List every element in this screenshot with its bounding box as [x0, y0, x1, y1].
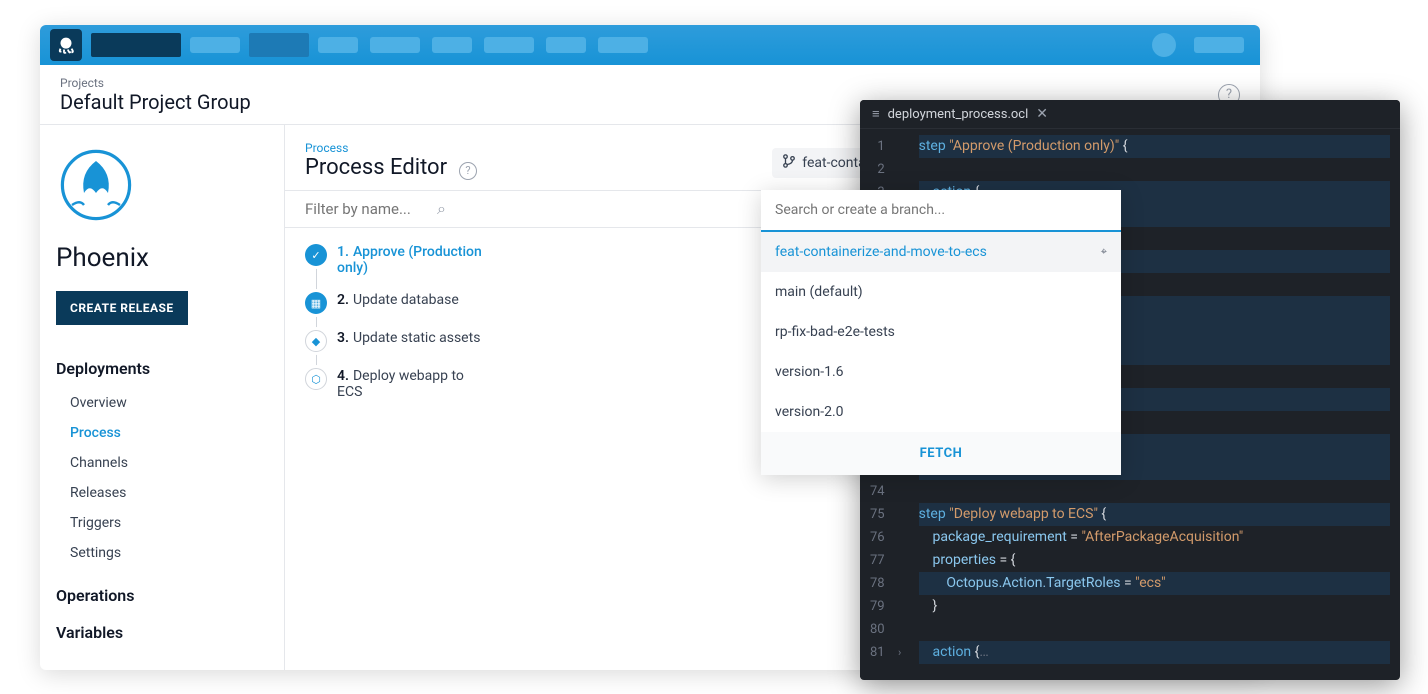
sidebar-item-triggers[interactable]: Triggers — [56, 508, 284, 538]
ecs-icon: ⬡ — [305, 368, 327, 390]
code-line[interactable]: step "Approve (Production only)" { — [919, 135, 1390, 158]
branch-option[interactable]: version-1.6 — [761, 352, 1121, 392]
sidebar-item-settings[interactable]: Settings — [56, 538, 284, 568]
hamburger-icon: ≡ — [872, 106, 880, 122]
nav-section-deployments[interactable]: Deployments — [56, 359, 284, 378]
nav-placeholder[interactable] — [190, 37, 240, 53]
user-avatar[interactable] — [1152, 33, 1176, 57]
nav-placeholder[interactable] — [484, 37, 534, 53]
search-icon[interactable]: ⌕ — [437, 199, 446, 219]
code-line[interactable]: properties = { — [919, 549, 1390, 572]
cursor-icon: ⌖ — [1101, 245, 1107, 259]
process-crumb[interactable]: Process — [305, 141, 477, 155]
db-icon: ▦ — [305, 292, 327, 314]
project-name: Phoenix — [56, 243, 284, 273]
code-line[interactable]: } — [919, 595, 1390, 618]
branch-option[interactable]: main (default) — [761, 272, 1121, 312]
process-title: Process Editor — [305, 155, 447, 180]
step-label: 3.Update static assets — [337, 330, 480, 346]
app-logo[interactable] — [50, 29, 82, 61]
step-label: 2.Update database — [337, 292, 459, 308]
git-branch-icon — [782, 154, 796, 172]
step-label: 1.Approve (Production only) — [337, 244, 487, 276]
nav-placeholder[interactable] — [370, 37, 420, 53]
editor-tab[interactable]: ≡ deployment_process.ocl ✕ — [860, 100, 1400, 129]
check-icon: ✓ — [305, 244, 327, 266]
top-nav-bar — [40, 25, 1260, 65]
nav-placeholder[interactable] — [318, 37, 358, 53]
nav-section-variables[interactable]: Variables — [56, 623, 284, 642]
code-line[interactable] — [919, 158, 1390, 181]
code-line[interactable] — [919, 480, 1390, 503]
branch-option[interactable]: feat-containerize-and-move-to-ecs⌖ — [761, 232, 1121, 272]
sidebar-item-overview[interactable]: Overview — [56, 388, 284, 418]
fetch-button[interactable]: FETCH — [761, 432, 1121, 475]
step-connector — [316, 258, 317, 378]
page-title: Default Project Group — [60, 90, 251, 114]
close-icon[interactable]: ✕ — [1036, 106, 1048, 122]
code-line[interactable]: step "Deploy webapp to ECS" { — [919, 503, 1390, 526]
nav-placeholder[interactable] — [546, 37, 586, 53]
code-line[interactable]: package_requirement = "AfterPackageAcqui… — [919, 526, 1390, 549]
code-line[interactable]: action {… — [919, 641, 1390, 664]
help-icon[interactable]: ? — [459, 162, 477, 180]
branch-search-input[interactable] — [761, 190, 1121, 232]
code-line[interactable] — [919, 618, 1390, 641]
create-release-button[interactable]: CREATE RELEASE — [56, 291, 188, 325]
nav-section-operations[interactable]: Operations — [56, 586, 284, 605]
editor-filename: deployment_process.ocl — [888, 107, 1029, 122]
asset-icon: ◆ — [305, 330, 327, 352]
filter-input[interactable] — [305, 200, 435, 218]
branch-option[interactable]: rp-fix-bad-e2e-tests — [761, 312, 1121, 352]
nav-placeholder-active[interactable] — [249, 33, 309, 57]
nav-placeholder[interactable] — [1194, 37, 1244, 53]
sidebar-item-channels[interactable]: Channels — [56, 448, 284, 478]
nav-placeholder[interactable] — [598, 37, 648, 53]
nav-placeholder[interactable] — [91, 33, 181, 57]
branch-dropdown: feat-containerize-and-move-to-ecs⌖main (… — [761, 190, 1121, 475]
branch-option[interactable]: version-2.0 — [761, 392, 1121, 432]
sidebar-item-process[interactable]: Process — [56, 418, 284, 448]
code-line[interactable]: Octopus.Action.TargetRoles = "ecs" — [919, 572, 1390, 595]
project-logo — [56, 145, 136, 225]
breadcrumb[interactable]: Projects — [60, 76, 251, 90]
nav-placeholder[interactable] — [432, 37, 472, 53]
sidebar-item-releases[interactable]: Releases — [56, 478, 284, 508]
sidebar: Phoenix CREATE RELEASE Deployments Overv… — [40, 125, 284, 670]
octopus-icon — [55, 34, 77, 56]
step-label: 4.Deploy webapp to ECS — [337, 368, 487, 400]
